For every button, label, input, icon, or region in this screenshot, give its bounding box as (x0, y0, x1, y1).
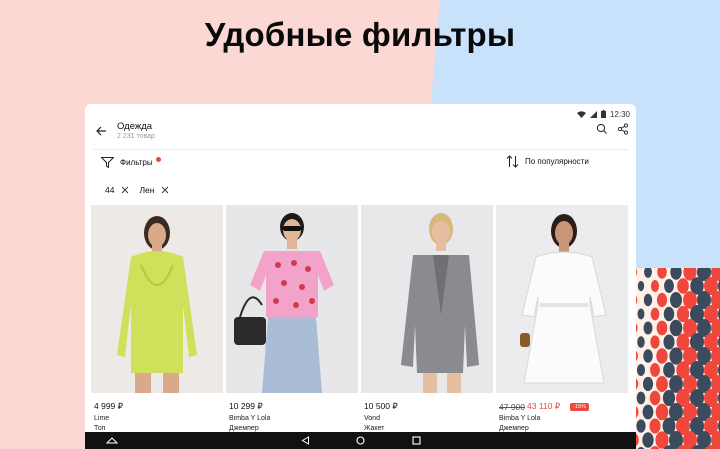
pattern-dot (637, 336, 645, 348)
product-card[interactable]: 4 999 ₽ Lime Топ (91, 205, 223, 432)
product-grid: 4 999 ₽ Lime Топ 10 299 ₽ Bimba Y Lola Д… (91, 205, 630, 432)
pattern-dot (636, 323, 638, 333)
product-image[interactable] (226, 205, 358, 393)
close-icon[interactable] (161, 186, 169, 194)
pattern-dot (656, 292, 668, 308)
product-image[interactable] (361, 205, 493, 393)
pattern-dot (644, 268, 652, 278)
nav-home-icon[interactable] (356, 436, 365, 445)
pattern-dot (642, 432, 654, 448)
pattern-dot (655, 403, 669, 421)
nav-collapse-icon[interactable] (106, 436, 118, 445)
pattern-dot (649, 390, 661, 406)
product-category: Топ (94, 425, 106, 432)
pattern-dot (649, 418, 661, 434)
filters-active-badge (155, 156, 161, 162)
pattern-dot (670, 268, 682, 280)
pattern-dot (636, 295, 638, 305)
product-card[interactable]: 10 299 ₽ Bimba Y Lola Джемпер (226, 205, 358, 432)
sort-icon (506, 154, 519, 168)
pattern-dot (650, 335, 660, 349)
sort-label: По популярности (525, 156, 589, 166)
product-brand: Lime (94, 415, 110, 422)
pattern-dot (637, 280, 645, 292)
product-brand: Bimba Y Lola (229, 415, 271, 422)
chip-label: 44 (105, 185, 115, 195)
decorative-dot-pattern (636, 268, 720, 449)
close-icon[interactable] (121, 186, 129, 194)
product-brand: Bimba Y Lola (499, 415, 541, 422)
product-price: 4 999 ₽ (94, 401, 124, 411)
app-screen: 12:30 Одежда 2 231 товар Фильтры По попу… (85, 104, 636, 449)
product-category: Джемпер (229, 425, 259, 432)
product-image[interactable] (91, 205, 223, 393)
nav-recents-icon[interactable] (412, 436, 421, 445)
nav-back-icon[interactable] (301, 436, 310, 445)
pattern-dot (636, 363, 646, 377)
pattern-dot (636, 391, 646, 405)
discount-badge: -15% (570, 402, 589, 411)
pattern-dot (642, 404, 654, 420)
share-button[interactable] (617, 122, 629, 135)
share-icon (617, 123, 629, 135)
pattern-dot (643, 293, 653, 307)
pattern-dot (677, 278, 689, 294)
pattern-dot (642, 376, 654, 392)
chip-label: Лен (139, 185, 155, 195)
pattern-dot (636, 419, 646, 433)
filters-button[interactable]: Фильтры (101, 155, 161, 169)
pattern-dot (650, 279, 660, 293)
pattern-dot (636, 433, 639, 447)
product-category: Жакет (364, 425, 385, 432)
pattern-dot (636, 268, 637, 276)
back-button[interactable] (93, 122, 109, 138)
pattern-dot (656, 376, 668, 392)
page-title: Одежда (117, 121, 153, 132)
product-old-price: 47 900 (499, 401, 525, 412)
pattern-dot (636, 350, 638, 362)
signal-icon (589, 110, 597, 118)
pattern-dot (643, 349, 653, 363)
search-button[interactable] (596, 122, 608, 134)
pattern-dot (636, 406, 639, 418)
pattern-dot (637, 308, 645, 320)
item-count: 2 231 товар (117, 133, 155, 140)
product-price: 10 299 ₽ (229, 401, 263, 411)
system-nav-bar (85, 432, 636, 449)
pattern-dot (657, 268, 667, 279)
active-filters: 44 Лен (105, 184, 169, 196)
battery-icon (600, 110, 606, 118)
product-image[interactable] (496, 205, 628, 393)
app-bar: Одежда 2 231 товар (85, 118, 636, 148)
pattern-dot (636, 378, 639, 390)
pattern-dot (656, 348, 668, 364)
pattern-dot (669, 319, 683, 337)
pattern-dot (663, 362, 675, 378)
pattern-dot (656, 320, 668, 336)
sort-button[interactable]: По популярности (506, 154, 589, 168)
wifi-icon (576, 110, 586, 118)
product-price: 10 500 ₽ (364, 401, 398, 411)
filters-label: Фильтры (120, 157, 153, 167)
pattern-dot (663, 306, 675, 322)
pattern-dot (650, 363, 660, 377)
product-category: Джемпер (499, 425, 529, 432)
pattern-dot (664, 279, 674, 293)
filter-icon (101, 156, 114, 168)
product-brand: Vond (364, 415, 380, 422)
search-icon (596, 123, 607, 134)
product-card[interactable]: 47 900 43 110 ₽ -15% Bimba Y Lola Джемпе… (496, 205, 628, 432)
pattern-dot (670, 292, 682, 308)
back-arrow-icon (96, 126, 106, 136)
pattern-dot (650, 307, 660, 321)
header-divider (93, 149, 628, 150)
filter-chip-size[interactable]: 44 (105, 185, 129, 195)
pattern-dot (643, 321, 653, 335)
pattern-dot (663, 334, 675, 350)
filter-chip-material[interactable]: Лен (139, 185, 169, 195)
promo-title: Удобные фильтры (204, 16, 516, 53)
product-card[interactable]: 10 500 ₽ Vond Жакет (361, 205, 493, 432)
product-price: 43 110 ₽ (527, 401, 561, 411)
